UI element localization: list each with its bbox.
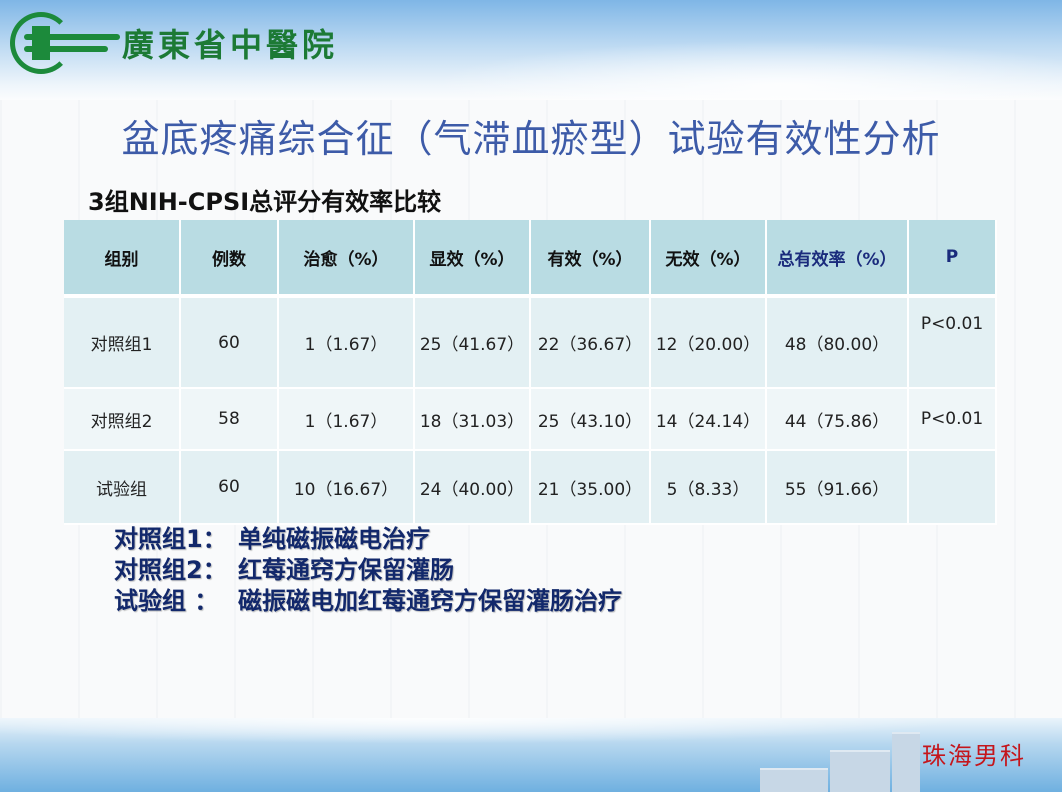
cell-cured: 10（16.67） [278, 450, 415, 525]
header-p-value: P [908, 220, 997, 298]
table-header-row: 组别 例数 治愈（%） 显效（%） 有效（%） 无效（%） 总有效率（%） P [64, 220, 997, 298]
table-subtitle: 3组NIH-CPSI总评分有效率比较 [88, 188, 442, 216]
note-text: 磁振磁电加红莓通窍方保留灌肠治疗 [238, 587, 622, 615]
note-row: 试验组 ： 磁振磁电加红莓通窍方保留灌肠治疗 [114, 586, 622, 617]
cell-cured: 1（1.67） [278, 296, 415, 389]
header-cases: 例数 [180, 220, 279, 298]
cell-p-value: P<0.01 [908, 296, 997, 389]
cell-effective: 21（35.00） [530, 450, 651, 525]
cell-marked: 25（41.67） [414, 296, 531, 389]
cell-cases: 58 [180, 388, 279, 451]
cell-ineffective: 5（8.33） [650, 450, 767, 525]
hospital-building-icon [760, 768, 828, 792]
note-row: 对照组1： 单纯磁振磁电治疗 [114, 524, 622, 555]
cell-group: 试验组 [64, 450, 181, 525]
hospital-building-icon [830, 750, 890, 792]
cell-group: 对照组2 [64, 388, 181, 451]
bottom-banner [0, 718, 1062, 792]
header-cured: 治愈（%） [278, 220, 415, 298]
header-total-rate: 总有效率（%） [766, 220, 909, 298]
note-label: 对照组1： [114, 525, 227, 553]
header-marked: 显效（%） [414, 220, 531, 298]
table-row: 试验组 60 10（16.67） 24（40.00） 21（35.00） 5（8… [64, 450, 997, 525]
brand-label: 珠海男科 [922, 742, 1026, 770]
efficacy-table: 组别 例数 治愈（%） 显效（%） 有效（%） 无效（%） 总有效率（%） P … [64, 220, 997, 525]
cell-ineffective: 12（20.00） [650, 296, 767, 389]
cell-total-rate: 48（80.00） [766, 296, 909, 389]
cell-marked: 18（31.03） [414, 388, 531, 451]
header-group: 组别 [64, 220, 181, 298]
table-row: 对照组2 58 1（1.67） 18（31.03） 25（43.10） 14（2… [64, 388, 997, 451]
group-legend-notes: 对照组1： 单纯磁振磁电治疗 对照组2： 红莓通窍方保留灌肠 试验组 ： 磁振磁… [114, 524, 622, 617]
cell-cases: 60 [180, 450, 279, 525]
note-text: 红莓通窍方保留灌肠 [238, 556, 454, 584]
table-row: 对照组1 60 1（1.67） 25（41.67） 22（36.67） 12（2… [64, 296, 997, 389]
note-text: 单纯磁振磁电治疗 [238, 525, 430, 553]
cell-p-value: P<0.01 [908, 388, 997, 451]
cell-total-rate: 44（75.86） [766, 388, 909, 451]
cell-total-rate: 55（91.66） [766, 450, 909, 525]
hospital-cross-logo-icon [10, 12, 120, 74]
note-label: 对照组2： [114, 556, 227, 584]
cell-cured: 1（1.67） [278, 388, 415, 451]
cell-ineffective: 14（24.14） [650, 388, 767, 451]
hospital-building-icon [892, 732, 920, 792]
cell-cases: 60 [180, 296, 279, 389]
header-effective: 有效（%） [530, 220, 651, 298]
header-ineffective: 无效（%） [650, 220, 767, 298]
hospital-name: 廣東省中醫院 [122, 26, 339, 64]
cell-group: 对照组1 [64, 296, 181, 389]
cell-effective: 25（43.10） [530, 388, 651, 451]
cell-effective: 22（36.67） [530, 296, 651, 389]
top-banner: 廣東省中醫院 [0, 0, 1062, 100]
note-label: 试验组 ： [114, 587, 219, 615]
cell-marked: 24（40.00） [414, 450, 531, 525]
slide-title: 盆底疼痛综合征（气滞血瘀型）试验有效性分析 [121, 117, 941, 161]
cell-p-value [908, 450, 997, 525]
hospital-logo: 廣東省中醫院 [10, 12, 338, 74]
banner-wave-decoration [430, 40, 1062, 100]
note-row: 对照组2： 红莓通窍方保留灌肠 [114, 555, 622, 586]
